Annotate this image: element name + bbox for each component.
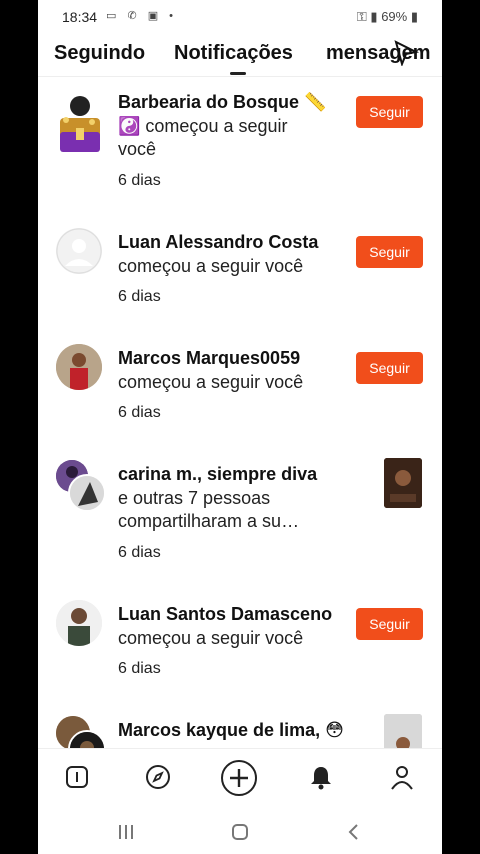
notification-name[interactable]: Luan Santos Damasceno bbox=[118, 604, 332, 625]
tab-bar: Seguindo Notificações mensagem bbox=[38, 38, 442, 77]
tab-seguindo[interactable]: Seguindo bbox=[54, 42, 145, 65]
notification-text: começou a seguir você bbox=[118, 256, 304, 276]
profile-photo bbox=[56, 344, 102, 390]
active-tab-indicator bbox=[230, 72, 246, 75]
battery-text: 69% bbox=[381, 9, 408, 24]
post-thumbnail[interactable] bbox=[384, 714, 422, 748]
treasure-chest-icon bbox=[60, 96, 100, 152]
bottom-navigation bbox=[38, 748, 442, 809]
battery-icon: ▮ bbox=[410, 9, 418, 24]
notification-time: 6 dias bbox=[118, 544, 161, 561]
notification-text: você bbox=[118, 139, 157, 159]
notification-text: começou a seguir você bbox=[118, 628, 304, 648]
post-thumbnail-image bbox=[384, 458, 422, 508]
notification-time: 6 dias bbox=[118, 660, 161, 677]
avatar bbox=[52, 92, 108, 162]
status-left-icons: ▭ ✆ ▣ • bbox=[106, 10, 178, 22]
post-thumbnail[interactable] bbox=[384, 458, 422, 508]
key-icon: ⚿ bbox=[356, 9, 367, 24]
signal-icon: ▮ bbox=[370, 9, 378, 24]
follow-button[interactable]: Seguir bbox=[356, 352, 423, 384]
status-bar: 18:34 ▭ ✆ ▣ • ⚿ ▮ 69% ▮ bbox=[38, 0, 442, 34]
notification-name[interactable]: Marcos Marques0059 bbox=[118, 348, 300, 369]
notification-text: ☯️ começou a seguir bbox=[118, 116, 288, 136]
notification-time: 6 dias bbox=[118, 404, 161, 421]
profile-photo bbox=[70, 732, 104, 748]
profile-photo bbox=[70, 476, 104, 510]
avatar bbox=[56, 228, 102, 274]
notification-text: começou a seguir você bbox=[118, 372, 304, 392]
status-time: 18:34 bbox=[62, 9, 98, 25]
back-icon[interactable] bbox=[342, 820, 366, 844]
home-icon[interactable] bbox=[63, 763, 91, 791]
tab-notificacoes[interactable]: Notificações bbox=[174, 42, 293, 65]
notification-name[interactable]: carina m., siempre diva bbox=[118, 464, 317, 485]
post-thumbnail-image bbox=[384, 714, 422, 748]
notification-text: e outras 7 pessoas bbox=[118, 488, 271, 508]
notification-name[interactable]: Luan Alessandro Costa bbox=[118, 232, 318, 253]
recent-apps-icon[interactable] bbox=[114, 820, 138, 844]
follow-button[interactable]: Seguir bbox=[356, 608, 423, 640]
status-right-icons: ⚿ ▮ 69% ▮ bbox=[357, 9, 418, 25]
follow-button[interactable]: Seguir bbox=[356, 236, 423, 268]
profile-photo bbox=[56, 600, 102, 646]
notification-list: Barbearia do Bosque 📏 ☯️ começou a segui… bbox=[38, 80, 442, 748]
notification-name[interactable]: Barbearia do Bosque 📏 bbox=[118, 92, 326, 113]
app-screen: 18:34 ▭ ✆ ▣ • ⚿ ▮ 69% ▮ Seguindo Notific… bbox=[38, 0, 442, 854]
avatar bbox=[56, 600, 102, 646]
notification-time: 6 dias bbox=[118, 172, 161, 189]
home-button-icon[interactable] bbox=[228, 820, 252, 844]
profile-icon[interactable] bbox=[388, 763, 416, 791]
pointer-cursor-icon bbox=[394, 40, 420, 66]
notifications-bell-icon[interactable] bbox=[307, 763, 335, 791]
follow-button[interactable]: Seguir bbox=[356, 96, 423, 128]
avatar bbox=[56, 344, 102, 390]
default-avatar-icon bbox=[56, 228, 102, 274]
notification-time: 6 dias bbox=[118, 288, 161, 305]
notification-name[interactable]: Marcos kayque de lima, 😳 bbox=[118, 720, 344, 741]
notification-text: compartilharam a su… bbox=[118, 511, 300, 531]
explore-compass-icon[interactable] bbox=[144, 763, 172, 791]
create-post-icon[interactable] bbox=[220, 759, 258, 797]
avatar bbox=[68, 474, 106, 512]
system-navigation-bar bbox=[38, 808, 442, 854]
